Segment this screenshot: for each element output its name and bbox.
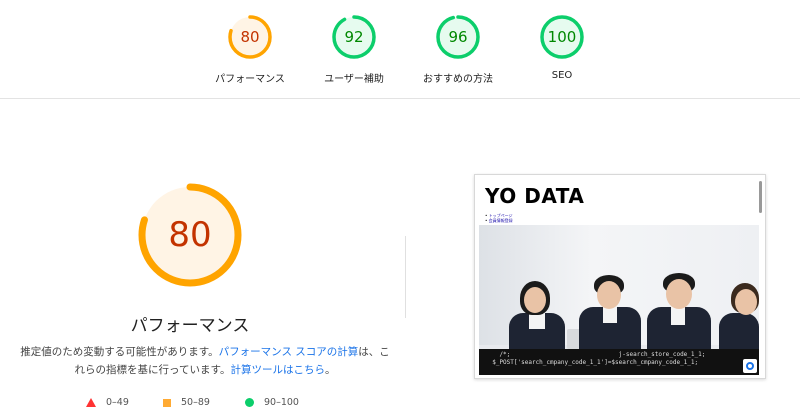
code-strip: /*; j-search_store_code_1_1; $_POST['sea… (479, 349, 759, 375)
gauge-seo[interactable]: 100 SEO (512, 14, 612, 81)
gauge-score: 96 (448, 28, 468, 46)
main-gauge-title: パフォーマンス (130, 316, 250, 336)
legend-fail: 0–49 (86, 397, 129, 408)
gauge-label: パフォーマンス (215, 74, 285, 85)
person-face (735, 289, 757, 315)
gauge-performance[interactable]: 80 パフォーマンス (200, 14, 300, 85)
triangle-icon (86, 398, 96, 407)
person-shirt (671, 307, 685, 325)
person-figure (719, 313, 759, 353)
person-face (597, 281, 621, 309)
gauge-ring: 100 (539, 14, 585, 60)
performance-description: 推定値のため変動する可能性があります。パフォーマンス スコアの計算は、これらの指… (20, 343, 390, 379)
main-gauge-score: 80 (168, 215, 212, 255)
main-gauge-ring: 80 (135, 180, 245, 290)
gauge-ring: 92 (331, 14, 377, 60)
gauge-accessibility[interactable]: 92 ユーザー補助 (304, 14, 404, 85)
person-shirt (603, 307, 617, 323)
legend-average-range: 50–89 (181, 397, 210, 408)
thumbnail-scrollbar (759, 181, 762, 213)
site-nav-links: トップページ 会員情報登録 (485, 213, 513, 223)
legend-pass: 90–100 (245, 397, 299, 408)
legend-pass-range: 90–100 (264, 397, 299, 408)
gauge-score: 92 (344, 28, 364, 46)
gauge-ring: 80 (227, 14, 273, 60)
recaptcha-icon (743, 359, 757, 373)
page-screenshot-thumbnail[interactable]: YO DATA トップページ 会員情報登録 /*; j- (474, 174, 766, 379)
performance-main-gauge: 80 (130, 180, 250, 290)
gauge-label: おすすめの方法 (423, 74, 493, 85)
score-summary-bar: 80 パフォーマンス 92 ユーザー補助 96 おすすめの方法 100 SEO (0, 0, 800, 99)
section-divider (405, 236, 406, 318)
gauge-score: 100 (547, 28, 577, 46)
gauge-score: 80 (240, 28, 260, 46)
site-nav-link: 会員情報登録 (485, 218, 513, 223)
code-line: /*; j-search_store_code_1_1; (485, 351, 706, 358)
circle-icon (245, 398, 254, 407)
description-text: 。 (324, 364, 336, 376)
score-calculation-link[interactable]: パフォーマンス スコアの計算 (219, 346, 359, 358)
legend-fail-range: 0–49 (106, 397, 129, 408)
description-text: 推定値のため変動する可能性があります。 (20, 346, 219, 358)
gauge-ring: 96 (435, 14, 481, 60)
site-logo: YO DATA (485, 184, 585, 208)
person-face (524, 287, 546, 313)
gauge-label: SEO (551, 70, 573, 81)
hero-photo: /*; j-search_store_code_1_1; $_POST['sea… (479, 225, 759, 375)
person-shirt (529, 313, 545, 329)
code-line: $_POST['search_cmpany_code_1_1']=$search… (485, 359, 699, 366)
gauge-best-practices[interactable]: 96 おすすめの方法 (408, 14, 508, 85)
calculator-link[interactable]: 計算ツールはこちら (230, 364, 325, 376)
legend-average: 50–89 (163, 397, 210, 408)
person-face (666, 279, 692, 309)
square-icon (163, 398, 171, 407)
gauge-label: ユーザー補助 (324, 74, 384, 85)
